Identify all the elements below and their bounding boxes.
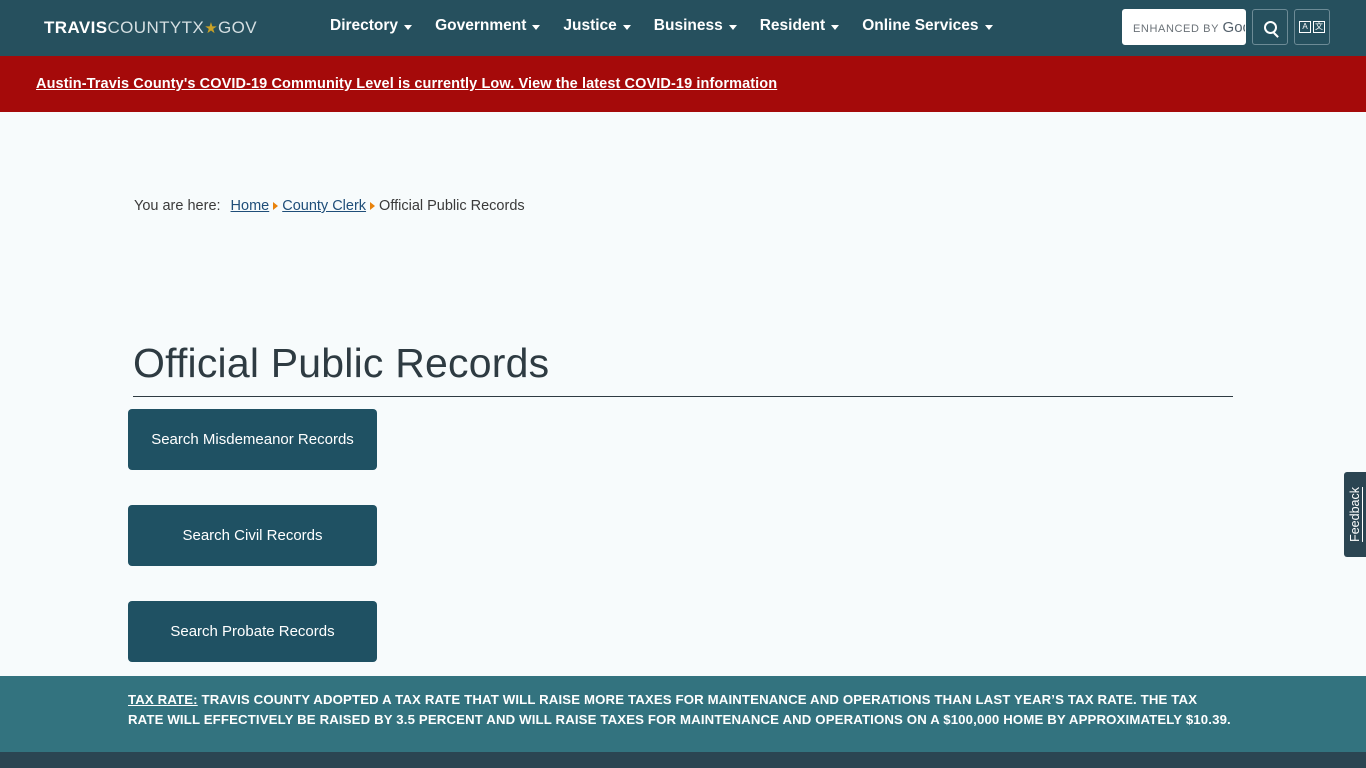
search-input[interactable]: ENHANCED BY Goo — [1122, 9, 1246, 45]
nav-item-online-services[interactable]: Online Services — [862, 17, 993, 35]
breadcrumb-separator-icon — [370, 202, 376, 210]
header-tools: ENHANCED BY Goo A 文 — [1122, 9, 1330, 45]
nav-label-online-services: Online Services — [862, 17, 979, 34]
chevron-down-icon — [532, 25, 541, 30]
search-misdemeanor-records-button[interactable]: Search Misdemeanor Records — [128, 409, 377, 470]
chevron-down-icon — [622, 25, 631, 30]
nav-item-justice[interactable]: Justice — [563, 17, 631, 35]
footer-bottom-strip — [0, 752, 1366, 768]
records-button-group: Search Misdemeanor Records Search Civil … — [128, 409, 377, 662]
nav-item-directory[interactable]: Directory — [330, 17, 413, 35]
chevron-down-icon — [831, 25, 840, 30]
breadcrumb-item-county-clerk[interactable]: County Clerk — [282, 198, 366, 214]
nav-item-government[interactable]: Government — [435, 17, 541, 35]
search-icon — [1263, 20, 1277, 34]
star-icon: ★ — [204, 20, 219, 37]
nav-label-government: Government — [435, 17, 527, 34]
breadcrumb-item-current: Official Public Records — [379, 198, 525, 214]
feedback-tab[interactable]: Feedback — [1344, 472, 1366, 557]
logo-travis: TRAVIS — [44, 18, 108, 37]
site-logo[interactable]: TRAVISCOUNTYTX★GOV — [44, 19, 257, 36]
main-content: You are here: Home County Clerk Official… — [0, 112, 1366, 676]
nav-label-directory: Directory — [330, 17, 399, 34]
translate-cjk-glyph: 文 — [1313, 21, 1325, 33]
logo-gov: GOV — [218, 18, 258, 37]
translate-icon: A 文 — [1299, 21, 1325, 33]
chevron-down-icon — [404, 25, 413, 30]
search-civil-records-button[interactable]: Search Civil Records — [128, 505, 377, 566]
tax-rate-text: TRAVIS COUNTY ADOPTED A TAX RATE THAT WI… — [128, 692, 1231, 727]
tax-rate-footer: TAX RATE: TRAVIS COUNTY ADOPTED A TAX RA… — [0, 676, 1366, 752]
nav-label-business: Business — [653, 17, 723, 34]
search-probate-records-button[interactable]: Search Probate Records — [128, 601, 377, 662]
translate-latin-glyph: A — [1299, 21, 1311, 33]
covid-alert-banner: Austin-Travis County's COVID-19 Communit… — [0, 56, 1366, 112]
nav-label-resident: Resident — [759, 17, 826, 34]
main-navigation: Directory Government Justice Business Re… — [330, 17, 993, 35]
tax-rate-notice: TAX RATE: TRAVIS COUNTY ADOPTED A TAX RA… — [128, 690, 1236, 729]
translate-button[interactable]: A 文 — [1294, 9, 1330, 45]
nav-item-resident[interactable]: Resident — [759, 17, 840, 35]
covid-alert-link[interactable]: Austin-Travis County's COVID-19 Communit… — [36, 76, 777, 92]
chevron-down-icon — [984, 25, 993, 30]
tax-rate-link[interactable]: TAX RATE: — [128, 692, 198, 707]
title-divider — [133, 396, 1233, 397]
page-title: Official Public Records — [133, 340, 550, 386]
nav-item-business[interactable]: Business — [654, 17, 737, 35]
nav-label-justice: Justice — [563, 17, 617, 34]
breadcrumb: You are here: Home County Clerk Official… — [134, 198, 525, 214]
site-header: TRAVISCOUNTYTX★GOV Directory Government … — [0, 0, 1366, 56]
breadcrumb-separator-icon — [273, 202, 279, 210]
search-button[interactable] — [1252, 9, 1288, 45]
feedback-label: Feedback — [1348, 487, 1362, 542]
breadcrumb-item-home[interactable]: Home — [231, 198, 270, 214]
logo-countytx: COUNTYTX — [107, 18, 205, 37]
breadcrumb-lead: You are here: — [134, 198, 221, 214]
search-placeholder: ENHANCED BY Goo — [1133, 18, 1245, 36]
chevron-down-icon — [728, 25, 737, 30]
